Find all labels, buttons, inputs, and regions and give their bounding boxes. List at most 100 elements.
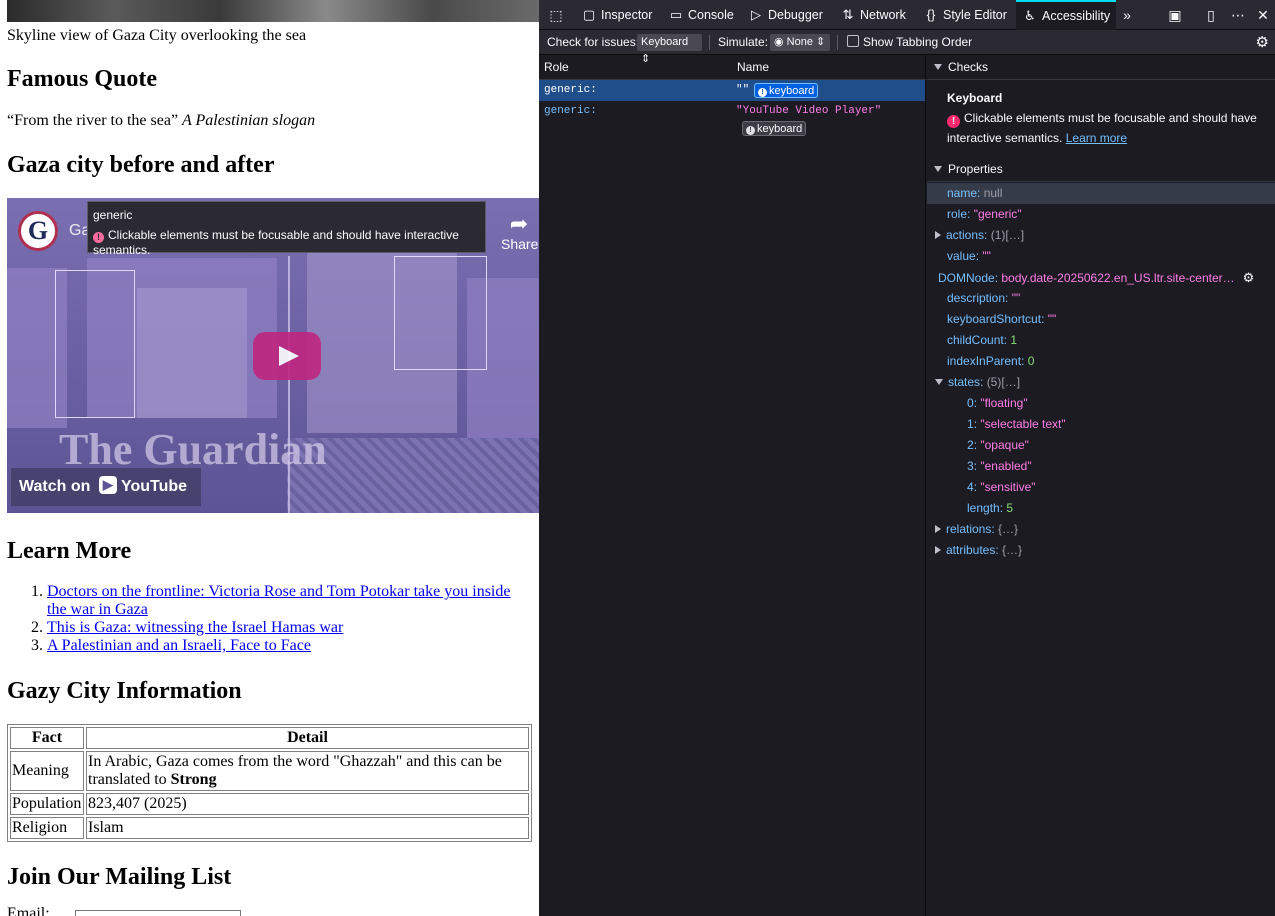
info-icon: !: [746, 126, 755, 135]
tab-network[interactable]: ⇅ Network: [840, 0, 906, 30]
property-row[interactable]: 1: "selectable text": [927, 414, 1275, 435]
article-link[interactable]: Doctors on the frontline: Victoria Rose …: [47, 583, 510, 618]
property-row[interactable]: description: "": [927, 288, 1275, 309]
property-row[interactable]: 3: "enabled": [927, 456, 1275, 477]
property-key: value: [947, 249, 976, 263]
keyboard-badge[interactable]: ! keyboard: [754, 83, 819, 98]
close-icon[interactable]: ✕: [1252, 0, 1274, 30]
property-row[interactable]: value: "": [927, 246, 1275, 267]
skyline-image: [7, 0, 539, 22]
detail-cell: In Arabic, Gaza comes from the word "Gha…: [86, 751, 529, 791]
property-key: description: [947, 291, 1006, 305]
accessibility-tree: Role Name generic: "" ! keyboard generic:…: [539, 55, 926, 916]
tab-style-editor[interactable]: {} Style Editor: [923, 0, 1007, 30]
article-link[interactable]: A Palestinian and an Israeli, Face to Fa…: [47, 637, 311, 654]
property-value: 0: [1027, 354, 1035, 368]
property-row[interactable]: 4: "sensitive": [927, 477, 1275, 498]
property-key: 4: [967, 480, 974, 494]
expand-icon[interactable]: [935, 525, 941, 533]
property-row[interactable]: indexInParent: 0: [927, 351, 1275, 372]
properties-section-header[interactable]: Properties: [927, 157, 1275, 182]
more-options-icon[interactable]: ⋯: [1227, 0, 1249, 30]
property-row[interactable]: 2: "opaque": [927, 435, 1275, 456]
table-row: Religion Islam: [10, 817, 529, 839]
image-caption: Skyline view of Gaza City overlooking th…: [7, 27, 307, 44]
property-row[interactable]: length: 5: [927, 498, 1275, 519]
property-value: "": [1011, 291, 1021, 305]
building-shape: [137, 288, 247, 418]
tab-inspector[interactable]: ▢ Inspector: [581, 0, 653, 30]
property-row[interactable]: role: "generic": [927, 204, 1275, 225]
error-icon: !: [93, 232, 104, 243]
property-key: 0: [967, 396, 974, 410]
settings-gear-icon[interactable]: ⚙: [1256, 30, 1269, 55]
console-icon: ▭: [669, 7, 683, 22]
property-value: (1)[…]: [990, 228, 1025, 242]
tab-accessibility[interactable]: ♿ Accessibility: [1016, 0, 1117, 30]
property-row[interactable]: keyboardShortcut: "": [927, 309, 1275, 330]
property-row[interactable]: relations: {…}: [927, 519, 1275, 540]
property-row[interactable]: name: null: [927, 183, 1275, 204]
tree-row-selected[interactable]: generic: "" ! keyboard: [539, 80, 925, 101]
property-value: {…}: [1002, 543, 1023, 557]
tab-label: Console: [688, 8, 734, 22]
share-icon: ➦: [509, 211, 529, 236]
property-row[interactable]: childCount: 1: [927, 330, 1275, 351]
fact-cell: Religion: [10, 817, 84, 839]
select-value: None: [786, 36, 813, 48]
property-value: "enabled": [980, 459, 1032, 473]
property-colon: :: [984, 228, 991, 242]
check-issues-label: Check for issues:: [547, 35, 640, 49]
learn-more-link[interactable]: Learn more: [1066, 131, 1127, 145]
watch-on-youtube-button[interactable]: Watch on ▶ YouTube: [11, 468, 202, 506]
fact-cell: Population: [10, 793, 84, 815]
email-field[interactable]: [75, 910, 241, 916]
city-info-table: Fact Detail Meaning In Arabic, Gaza come…: [7, 724, 532, 842]
table-row: Population 823,407 (2025): [10, 793, 529, 815]
tabbing-order-label: Show Tabbing Order: [863, 35, 973, 49]
expand-icon[interactable]: [935, 546, 941, 554]
tab-debugger[interactable]: ▷ Debugger: [748, 0, 823, 30]
check-issues-select[interactable]: Keyboard ⇕: [637, 34, 702, 65]
tab-console[interactable]: ▭ Console: [668, 0, 734, 30]
split-console-icon[interactable]: ▣: [1164, 0, 1186, 30]
article-link[interactable]: This is Gaza: witnessing the Israel Hama…: [47, 619, 343, 636]
more-tabs-icon[interactable]: »: [1116, 0, 1138, 30]
property-row[interactable]: attributes: {…}: [927, 540, 1275, 561]
property-row[interactable]: 0: "floating": [927, 393, 1275, 414]
property-row[interactable]: DOMNode: body.date-20250622.en_US.ltr.si…: [927, 267, 1275, 288]
expand-icon[interactable]: [935, 231, 941, 239]
property-value: "generic": [973, 207, 1022, 221]
quote-heading: Famous Quote: [7, 66, 157, 92]
checks-section-header[interactable]: Checks: [927, 55, 1275, 80]
responsive-design-icon[interactable]: ▯: [1200, 0, 1222, 30]
tab-label: Debugger: [768, 8, 823, 22]
property-colon: :: [1005, 291, 1012, 305]
section-title: Checks: [948, 60, 989, 74]
dropdown-icon: ⇕: [816, 36, 826, 48]
element-picker-icon[interactable]: ⬚: [545, 0, 567, 30]
learn-more-list: Doctors on the frontline: Victoria Rose …: [7, 583, 517, 655]
property-key: actions: [946, 228, 985, 242]
share-button[interactable]: ➦ Share: [501, 211, 538, 253]
webpage-content: Skyline view of Gaza City overlooking th…: [0, 0, 539, 916]
tabbing-order-checkbox[interactable]: [847, 35, 859, 47]
property-key: keyboardShortcut: [947, 312, 1042, 326]
select-node-icon[interactable]: ⚙: [1243, 267, 1255, 288]
collapse-icon[interactable]: [935, 379, 943, 385]
keyboard-badge[interactable]: ! keyboard: [742, 121, 807, 136]
inspector-icon: ▢: [582, 7, 596, 22]
property-value: body.date-20250622.en_US.ltr.site-center…: [1001, 271, 1235, 285]
property-value: "": [1047, 312, 1057, 326]
channel-avatar[interactable]: G: [18, 211, 58, 251]
property-row[interactable]: actions: (1)[…]: [927, 225, 1275, 246]
property-row[interactable]: states: (5)[…]: [927, 372, 1275, 393]
simulate-select[interactable]: ◉ None ⇕: [770, 34, 830, 51]
learn-more-heading: Learn More: [7, 538, 132, 564]
tree-header: Role Name: [539, 55, 926, 80]
tab-label: Inspector: [601, 8, 653, 22]
play-button[interactable]: [253, 332, 321, 380]
check-title: Keyboard: [947, 91, 1003, 105]
tree-row[interactable]: generic: "YouTube Video Player": [539, 101, 925, 122]
toolbar-separator: [837, 35, 838, 50]
